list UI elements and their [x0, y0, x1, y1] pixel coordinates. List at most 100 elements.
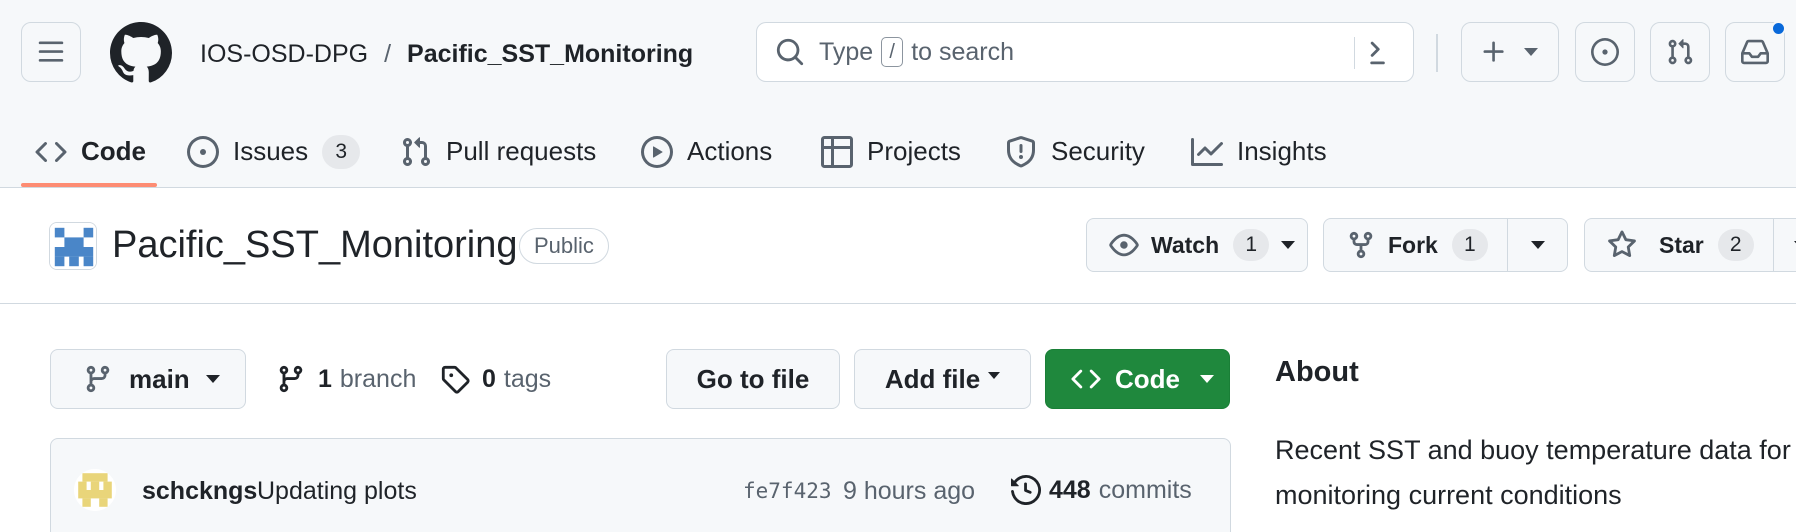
repo-owner-avatar[interactable]: [49, 222, 97, 270]
search-placeholder-suffix: to search: [911, 37, 1015, 66]
tab-issues-label: Issues: [233, 136, 309, 166]
graph-icon: [1191, 136, 1223, 168]
chevron-down-icon: [1281, 241, 1296, 249]
menu-button[interactable]: [21, 22, 81, 82]
slash-key-hint: /: [881, 37, 904, 67]
tags-label: tags: [503, 364, 552, 393]
commit-author[interactable]: schckngs: [142, 477, 257, 506]
about-heading: About: [1275, 356, 1359, 388]
notification-indicator: [1771, 21, 1786, 36]
search-placeholder-prefix: Type: [819, 37, 874, 66]
tab-insights-label: Insights: [1237, 136, 1327, 166]
tab-issues[interactable]: Issues 3: [187, 115, 361, 188]
git-branch-icon: [276, 364, 306, 394]
tab-security-label: Security: [1051, 136, 1145, 166]
issue-opened-icon: [1591, 38, 1619, 66]
star-count: 2: [1717, 229, 1754, 261]
commit-message[interactable]: Updating plots: [257, 477, 417, 506]
issue-opened-icon: [187, 135, 219, 168]
commits-label: commits: [1098, 475, 1192, 504]
star-icon: [1607, 230, 1637, 260]
hamburger-icon: [37, 38, 65, 66]
branches-link[interactable]: 1 branch: [276, 361, 416, 397]
repo-title-bar: Pacific_SST_Monitoring Public Watch 1 Fo…: [0, 188, 1796, 304]
chevron-down-icon: [205, 375, 220, 383]
issues-count-badge: 3: [322, 134, 361, 169]
global-header: IOS-OSD-DPG / Pacific_SST_Monitoring Typ…: [0, 0, 1796, 188]
branch-name: main: [129, 363, 190, 394]
star-dropdown-button[interactable]: [1773, 218, 1796, 272]
fork-label: Fork: [1388, 231, 1438, 258]
repo-forked-icon: [1346, 230, 1376, 260]
chevron-down-icon: [1522, 47, 1540, 57]
add-file-button[interactable]: Add file: [854, 349, 1031, 409]
branches-count: 1: [318, 364, 332, 393]
tags-link[interactable]: 0 tags: [440, 361, 551, 397]
your-pull-requests-button[interactable]: [1650, 22, 1710, 82]
code-icon: [1071, 364, 1101, 394]
search-input[interactable]: Type / to search: [756, 22, 1414, 82]
command-palette-icon[interactable]: [1367, 38, 1397, 68]
tab-projects[interactable]: Projects: [821, 115, 961, 188]
watch-count: 1: [1233, 229, 1270, 261]
inbox-icon: [1741, 38, 1769, 66]
star-button[interactable]: Star 2: [1584, 218, 1774, 272]
breadcrumb-owner[interactable]: IOS-OSD-DPG: [200, 40, 368, 69]
about-description: Recent SST and buoy temperature data for…: [1275, 435, 1791, 510]
tab-actions[interactable]: Actions: [641, 115, 772, 188]
git-pull-request-icon: [1666, 38, 1694, 66]
git-branch-icon: [83, 364, 113, 394]
create-new-button[interactable]: [1461, 22, 1559, 82]
tab-pull-requests[interactable]: Pull requests: [400, 115, 596, 188]
your-issues-button[interactable]: [1575, 22, 1635, 82]
commit-sha[interactable]: fe7f423: [743, 479, 832, 503]
tab-code-label: Code: [81, 136, 146, 166]
fork-dropdown-button[interactable]: [1507, 218, 1568, 272]
chevron-down-icon: [988, 371, 1001, 379]
tab-projects-label: Projects: [867, 136, 961, 166]
chevron-down-icon: [1530, 241, 1545, 249]
watch-button[interactable]: Watch 1: [1086, 218, 1308, 272]
tab-security[interactable]: Security: [1005, 115, 1145, 188]
code-clone-button[interactable]: Code: [1045, 349, 1230, 409]
play-icon: [641, 135, 673, 168]
go-to-file-button[interactable]: Go to file: [666, 349, 840, 409]
branch-selector[interactable]: main: [50, 349, 246, 409]
fork-button[interactable]: Fork 1: [1323, 218, 1508, 272]
tag-icon: [440, 364, 470, 394]
repo-name[interactable]: Pacific_SST_Monitoring: [112, 224, 518, 267]
shield-icon: [1005, 135, 1037, 168]
tab-pull-requests-label: Pull requests: [446, 136, 597, 166]
commit-time: 9 hours ago: [843, 477, 976, 505]
branches-label: branch: [339, 364, 417, 393]
github-logo-icon[interactable]: [110, 22, 172, 84]
search-icon: [775, 37, 805, 67]
tab-code[interactable]: Code: [35, 115, 146, 188]
breadcrumb-separator: /: [384, 39, 392, 68]
tags-count: 0: [482, 364, 496, 393]
code-button-label: Code: [1115, 363, 1180, 394]
chevron-down-icon: [1200, 375, 1214, 383]
table-icon: [821, 135, 853, 168]
add-file-label: Add file: [884, 363, 981, 394]
eye-icon: [1109, 230, 1139, 260]
visibility-badge: Public: [519, 228, 609, 264]
star-label: Star: [1659, 231, 1704, 258]
tab-actions-label: Actions: [687, 136, 773, 166]
search-divider: [1354, 37, 1355, 69]
breadcrumb: IOS-OSD-DPG / Pacific_SST_Monitoring: [200, 38, 693, 70]
header-divider: [1436, 34, 1438, 72]
active-tab-indicator: [21, 183, 157, 187]
latest-commit-bar: schckngs Updating plots fe7f423 9 hours …: [50, 438, 1231, 532]
code-icon: [35, 136, 67, 168]
fork-count: 1: [1451, 229, 1488, 261]
commits-link[interactable]: 448 commits: [1011, 473, 1192, 507]
commits-count: 448: [1049, 475, 1091, 504]
breadcrumb-repo[interactable]: Pacific_SST_Monitoring: [407, 40, 693, 69]
plus-icon: [1480, 38, 1508, 66]
watch-label: Watch: [1151, 231, 1220, 258]
avatar[interactable]: [74, 469, 116, 511]
search-placeholder: Type / to search: [819, 37, 1014, 67]
tab-insights[interactable]: Insights: [1191, 115, 1327, 188]
history-icon: [1011, 475, 1041, 505]
